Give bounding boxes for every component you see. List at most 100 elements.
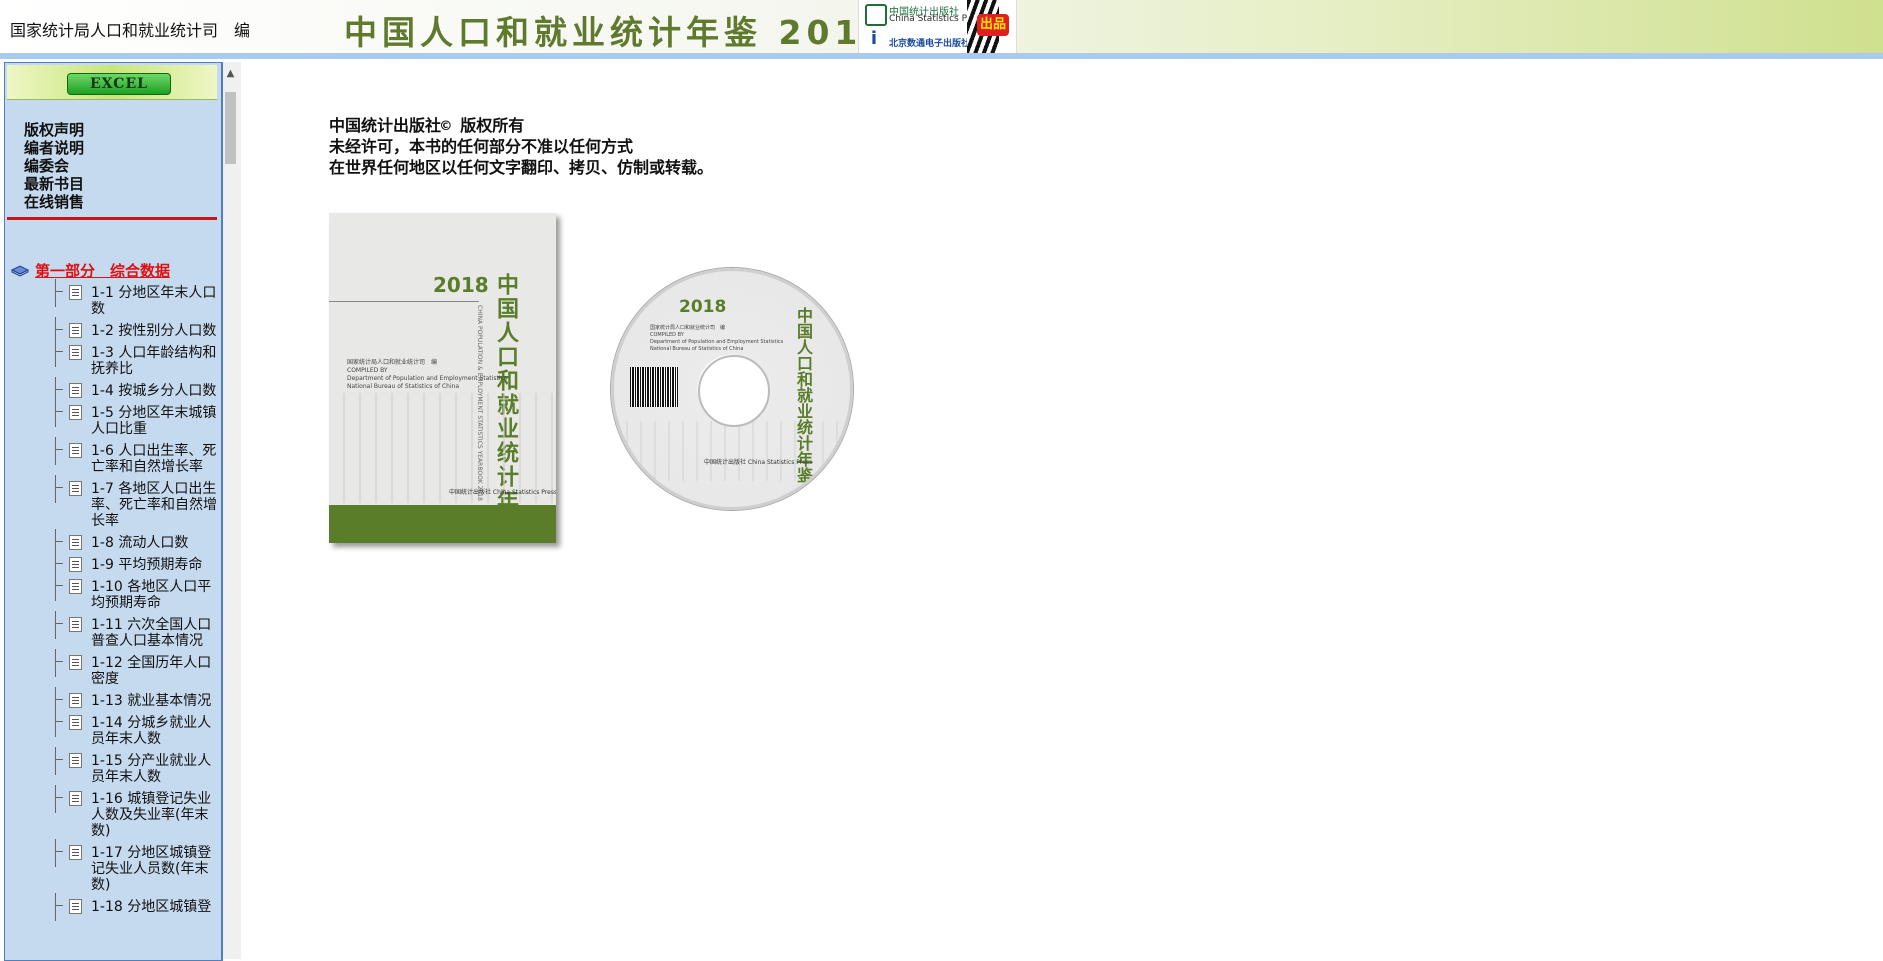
cover-publisher: 中国统计出版社 China Statistics Press (449, 489, 556, 496)
document-icon (69, 845, 82, 860)
toc-item-label[interactable]: 1-6 人口出生率、死亡率和自然增长率 (91, 443, 221, 475)
scrollbar-thumb[interactable] (225, 92, 236, 164)
excel-button[interactable]: EXCEL (67, 73, 171, 95)
link-editorial-board[interactable]: 编委会 (24, 157, 84, 175)
cd-disc-image: 2018 中国人口和就业统计年鉴 国家统计局人口和就业统计司 编 COMPILE… (611, 268, 853, 510)
copyright-line-2: 未经许可，本书的任何部分不准以任何方式 (329, 137, 634, 156)
toc-item-1-7[interactable]: 1-7 各地区人口出生率、死亡率和自然增长率 (45, 475, 221, 529)
toc-item-label[interactable]: 1-1 分地区年末人口数 (91, 285, 221, 317)
toc-item-label[interactable]: 1-4 按城乡分人口数 (91, 383, 221, 399)
sidebar-divider (7, 217, 217, 220)
link-online-sales[interactable]: 在线销售 (24, 193, 84, 211)
tree-line (55, 437, 57, 465)
info-press-logo-icon: i (870, 28, 878, 49)
toc-item-1-6[interactable]: 1-6 人口出生率、死亡率和自然增长率 (45, 437, 221, 475)
cover-compiler-en-1: COMPILED BY (347, 367, 388, 374)
toc-item-label[interactable]: 1-8 流动人口数 (91, 535, 221, 551)
book-icon (11, 264, 29, 277)
toc-item-label[interactable]: 1-13 就业基本情况 (91, 693, 221, 709)
document-icon (69, 323, 82, 338)
tree-branch (55, 759, 63, 760)
toc-item-1-5[interactable]: 1-5 分地区年末城镇人口比重 (45, 399, 221, 437)
toc-item-1-15[interactable]: 1-15 分产业就业人员年末人数 (45, 747, 221, 785)
copyright-notice: 中国统计出版社© 版权所有 未经许可，本书的任何部分不准以任何方式 在世界任何地… (329, 115, 713, 178)
toc-item-1-10[interactable]: 1-10 各地区人口平均预期寿命 (45, 573, 221, 611)
toc-item-1-16[interactable]: 1-16 城镇登记失业人数及失业率(年末数) (45, 785, 221, 839)
tree-line (55, 893, 57, 921)
toc-item-1-17[interactable]: 1-17 分地区城镇登记失业人员数(年末数) (45, 839, 221, 893)
tree-line (55, 611, 57, 639)
logo-badge: 出品 (977, 14, 1009, 36)
cd-center-hole (698, 355, 770, 427)
toc-item-label[interactable]: 1-18 分地区城镇登 (91, 899, 221, 915)
tree-branch (55, 797, 63, 798)
document-icon (69, 557, 82, 572)
tree-line (55, 785, 57, 813)
link-copyright-statement[interactable]: 版权声明 (24, 121, 84, 139)
toc-item-label[interactable]: 1-15 分产业就业人员年末人数 (91, 753, 221, 785)
header-divider-bar (0, 53, 1883, 59)
cd-compiler-en-3: National Bureau of Statistics of China (650, 346, 744, 352)
statistics-press-logo-icon (865, 4, 887, 26)
tree-branch (55, 389, 63, 390)
tree-line (55, 839, 57, 867)
toc-item-label[interactable]: 1-9 平均预期寿命 (91, 557, 221, 573)
toc-item-label[interactable]: 1-14 分城乡就业人员年末人数 (91, 715, 221, 747)
tree-line (55, 709, 57, 737)
toc-item-1-14[interactable]: 1-14 分城乡就业人员年末人数 (45, 709, 221, 747)
cd-publisher: 中国统计出版社 China Statistics Press (704, 459, 813, 466)
document-icon (69, 617, 82, 632)
document-icon (69, 693, 82, 708)
cd-compiler-en-1: COMPILED BY (650, 332, 684, 338)
toc-item-label[interactable]: 1-5 分地区年末城镇人口比重 (91, 405, 221, 437)
cd-wave-pattern (614, 421, 850, 481)
header-banner: 国家统计局人口和就业统计司 编 中国人口和就业统计年鉴 2018 中国统计出版社… (0, 0, 1883, 53)
toc-item-1-12[interactable]: 1-12 全国历年人口密度 (45, 649, 221, 687)
cover-compiler-en-2: Department of Population and Employment … (347, 375, 507, 382)
copyright-line-3: 在世界任何地区以任何文字翻印、拷贝、仿制或转载。 (329, 158, 714, 177)
toc-item-label[interactable]: 1-10 各地区人口平均预期寿命 (91, 579, 221, 611)
section-part-1[interactable]: 第一部分 综合数据 (11, 260, 170, 281)
toc-item-label[interactable]: 1-12 全国历年人口密度 (91, 655, 221, 687)
tree-line (55, 475, 57, 503)
link-new-books[interactable]: 最新书目 (24, 175, 84, 193)
toc-item-1-3[interactable]: 1-3 人口年龄结构和抚养比 (45, 339, 221, 377)
document-icon (69, 579, 82, 594)
copyright-line-1: 中国统计出版社© 版权所有 (329, 116, 525, 135)
document-icon (69, 481, 82, 496)
tree-branch (55, 487, 63, 488)
tree-branch (55, 851, 63, 852)
sidebar-nav[interactable]: EXCEL 版权声明 编者说明 编委会 最新书目 在线销售 第一部分 综合数据 … (4, 62, 223, 961)
toc-item-label[interactable]: 1-16 城镇登记失业人数及失业率(年末数) (91, 791, 221, 839)
toc-item-label[interactable]: 1-17 分地区城镇登记失业人员数(年末数) (91, 845, 221, 893)
cd-compiler-en-2: Department of Population and Employment … (650, 339, 784, 345)
tree-line (55, 747, 57, 775)
toc-item-1-1[interactable]: 1-1 分地区年末人口数 (45, 279, 221, 317)
toc-item-label[interactable]: 1-3 人口年龄结构和抚养比 (91, 345, 221, 377)
toc-item-label[interactable]: 1-2 按性别分人口数 (91, 323, 221, 339)
publisher-logo: 中国统计出版社 China Statistics Press i 北京数通电子出… (858, 0, 1017, 53)
toc-item-1-11[interactable]: 1-11 六次全国人口普查人口基本情况 (45, 611, 221, 649)
document-icon (69, 753, 82, 768)
toc-item-1-4[interactable]: 1-4 按城乡分人口数 (45, 377, 221, 405)
toc-item-1-13[interactable]: 1-13 就业基本情况 (45, 687, 221, 715)
cover-compiler: 国家统计局人口和就业统计司 编 COMPILED BY Department o… (347, 359, 507, 391)
link-editor-notes[interactable]: 编者说明 (24, 139, 84, 157)
sidebar-scrollbar[interactable]: ▲ (223, 62, 238, 959)
scroll-up-arrow-icon[interactable]: ▲ (223, 68, 238, 80)
toc-item-1-2[interactable]: 1-2 按性别分人口数 (45, 317, 221, 345)
tree-line (55, 399, 57, 427)
toc-item-1-18[interactable]: 1-18 分地区城镇登 (45, 893, 221, 921)
toc-item-1-8[interactable]: 1-8 流动人口数 (45, 529, 221, 557)
header-editor: 国家统计局人口和就业统计司 编 (10, 21, 251, 40)
toc-item-1-9[interactable]: 1-9 平均预期寿命 (45, 551, 221, 579)
tree-branch (55, 585, 63, 586)
section-part-1-label[interactable]: 第一部分 综合数据 (35, 262, 170, 280)
table-of-contents-tree: 1-1 分地区年末人口数 1-2 按性别分人口数 1-3 人口年龄结构和抚养比 … (45, 279, 221, 921)
toc-item-label[interactable]: 1-11 六次全国人口普查人口基本情况 (91, 617, 221, 649)
tree-branch (55, 411, 63, 412)
cd-compiler: 国家统计局人口和就业统计司 编 COMPILED BY Department o… (650, 325, 783, 353)
tree-line (55, 339, 57, 367)
toc-item-label[interactable]: 1-7 各地区人口出生率、死亡率和自然增长率 (91, 481, 221, 529)
cd-compiler-cn: 国家统计局人口和就业统计司 编 (650, 325, 726, 331)
